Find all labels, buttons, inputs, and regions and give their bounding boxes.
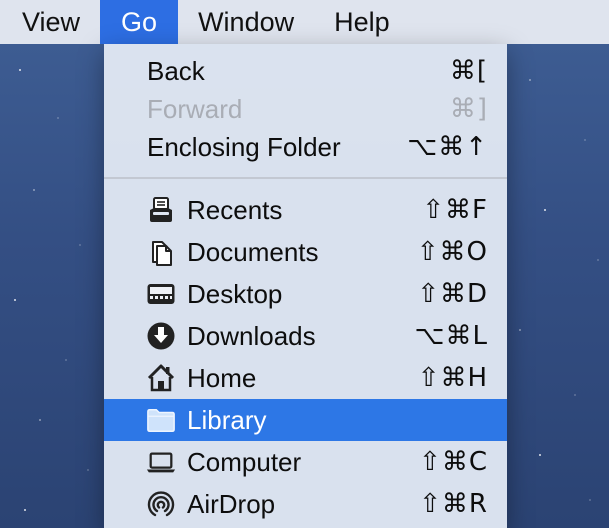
menu-item-label: AirDrop bbox=[187, 488, 276, 519]
menu-item-shortcut: ⌘] bbox=[449, 94, 488, 124]
menu-item-library[interactable]: Library bbox=[104, 399, 507, 441]
menu-item-label: Computer bbox=[187, 446, 302, 477]
menu-item-computer[interactable]: Computer ⇧⌘C bbox=[104, 441, 507, 483]
menu-help[interactable]: Help bbox=[314, 0, 410, 44]
menu-item-label: Downloads bbox=[187, 320, 316, 351]
menu-item-shortcut: ⇧⌘R bbox=[419, 489, 488, 519]
menu-item-shortcut: ⇧⌘D bbox=[417, 279, 488, 309]
menu-item-shortcut: ⇧⌘H bbox=[417, 363, 488, 393]
downloads-icon bbox=[146, 322, 176, 350]
computer-icon bbox=[146, 448, 176, 476]
menu-item-shortcut: ⌥⌘↑ bbox=[407, 132, 488, 162]
menu-item-label: Home bbox=[187, 362, 257, 393]
desktop-icon bbox=[146, 280, 176, 308]
recents-tray-icon bbox=[146, 196, 176, 224]
menu-item-label: Forward bbox=[147, 93, 243, 124]
menu-item-label: Enclosing Folder bbox=[147, 131, 341, 162]
menu-item-forward: Forward ⌘] bbox=[104, 88, 507, 130]
home-icon bbox=[146, 364, 176, 392]
menu-item-shortcut: ⌘[ bbox=[449, 56, 488, 86]
menu-bar: View Go Window Help bbox=[0, 0, 609, 44]
menu-go[interactable]: Go bbox=[100, 0, 179, 44]
menu-item-label: Recents bbox=[187, 194, 283, 225]
menu-view[interactable]: View bbox=[0, 0, 100, 44]
menu-item-enclosing-folder[interactable]: Enclosing Folder ⌥⌘↑ bbox=[104, 126, 507, 168]
menu-item-shortcut: ⇧⌘O bbox=[416, 237, 488, 267]
menu-item-shortcut: ⇧⌘F bbox=[422, 195, 488, 225]
menu-item-label: Library bbox=[187, 404, 267, 435]
menu-item-recents[interactable]: Recents ⇧⌘F bbox=[104, 189, 507, 231]
documents-icon bbox=[146, 238, 176, 266]
menu-window[interactable]: Window bbox=[178, 0, 314, 44]
menu-item-back[interactable]: Back ⌘[ bbox=[104, 50, 507, 92]
menu-item-shortcut: ⇧⌘C bbox=[419, 447, 488, 477]
menu-item-documents[interactable]: Documents ⇧⌘O bbox=[104, 231, 507, 273]
menu-item-label: Back bbox=[147, 55, 205, 86]
menu-item-airdrop[interactable]: AirDrop ⇧⌘R bbox=[104, 483, 507, 525]
menu-item-label: Desktop bbox=[187, 278, 283, 309]
menu-item-label: Documents bbox=[187, 236, 319, 267]
menu-item-home[interactable]: Home ⇧⌘H bbox=[104, 357, 507, 399]
go-menu-dropdown: Back ⌘[ Forward ⌘] Enclosing Folder ⌥⌘↑ … bbox=[104, 44, 507, 528]
folder-icon bbox=[146, 406, 176, 434]
airdrop-icon bbox=[146, 490, 176, 518]
menu-item-shortcut: ⌥⌘L bbox=[414, 321, 488, 351]
menu-item-desktop[interactable]: Desktop ⇧⌘D bbox=[104, 273, 507, 315]
menu-item-downloads[interactable]: Downloads ⌥⌘L bbox=[104, 315, 507, 357]
menu-separator bbox=[104, 177, 507, 179]
